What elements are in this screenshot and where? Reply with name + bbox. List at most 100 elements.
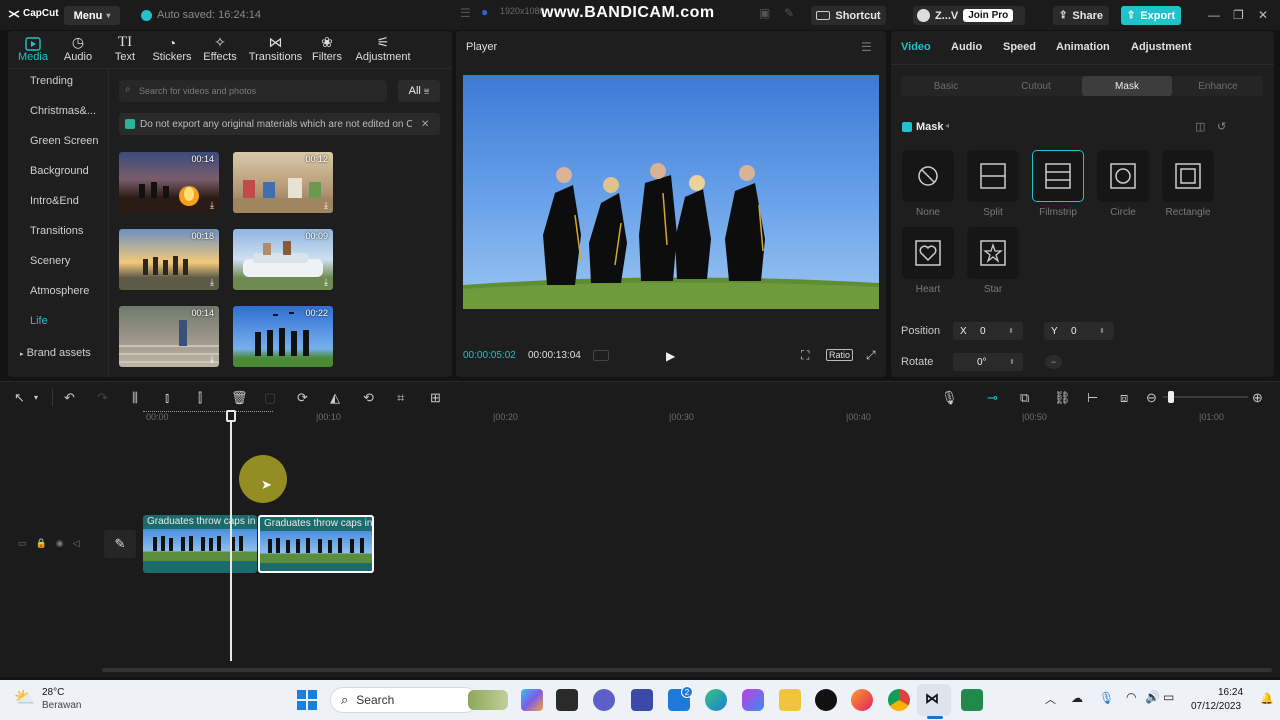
teams-chat-icon[interactable] xyxy=(593,689,615,711)
fullscreen-icon[interactable]: ⤢ xyxy=(866,348,876,363)
share-button[interactable]: ⇪ Share xyxy=(1053,6,1109,25)
keyframe-icon[interactable]: ◫ xyxy=(1195,120,1205,133)
media-item-classroom[interactable]: 00:12 ⤓ xyxy=(233,152,333,213)
account-button[interactable]: Z...V Join Pro xyxy=(913,6,1025,25)
filter-dropdown[interactable]: All ⩸ xyxy=(398,80,440,102)
clock-date[interactable]: 07/12/2023 xyxy=(1191,701,1241,712)
category-green-screen[interactable]: Green Screen xyxy=(30,135,98,147)
notification-icon[interactable]: 🔔 xyxy=(1260,692,1274,705)
chevron-up-icon[interactable]: ︿ xyxy=(1045,691,1056,707)
timeline-clip[interactable]: Graduates throw caps in xyxy=(143,515,257,573)
lock-icon[interactable]: 🔒 xyxy=(36,538,47,549)
tab-animation[interactable]: Animation xyxy=(1056,41,1110,53)
windows-start-icon[interactable] xyxy=(297,690,317,710)
playhead[interactable] xyxy=(230,411,232,661)
join-pro-badge[interactable]: Join Pro xyxy=(963,9,1014,22)
menu-button[interactable]: Menu ▾ xyxy=(64,6,120,25)
rotate-field[interactable]: 0° ⬍ xyxy=(953,353,1023,371)
cloud-icon[interactable]: ☁ xyxy=(1071,691,1083,705)
split-tool-icon[interactable]: ⫼ xyxy=(132,390,138,406)
player-menu-icon[interactable]: ☰ xyxy=(861,40,872,54)
category-atmosphere[interactable]: Atmosphere xyxy=(30,285,89,297)
delete-right-icon[interactable]: ⫿ xyxy=(198,390,202,406)
mask-none[interactable] xyxy=(902,150,954,202)
battery-icon[interactable]: ▭ xyxy=(1163,690,1174,704)
zoom-slider-handle[interactable] xyxy=(1168,391,1174,403)
close-icon[interactable]: ✕ xyxy=(1258,8,1268,22)
mask-rectangle[interactable] xyxy=(1162,150,1214,202)
category-transitions[interactable]: Transitions xyxy=(30,225,83,237)
media-item-graduates[interactable]: 00:22 xyxy=(233,306,333,367)
tab-effects[interactable]: ✧ Effects xyxy=(195,33,245,63)
category-background[interactable]: Background xyxy=(30,165,89,177)
eye-icon[interactable]: ◉ xyxy=(56,538,64,549)
subtab-mask[interactable]: Mask xyxy=(1082,76,1172,96)
category-life[interactable]: Life xyxy=(30,315,48,327)
shortcut-button[interactable]: Shortcut xyxy=(811,6,886,25)
restore-icon[interactable]: ❐ xyxy=(1233,8,1244,22)
stepper-icon[interactable]: ⬍ xyxy=(1009,358,1015,366)
download-icon[interactable]: ⤓ xyxy=(210,200,214,211)
zoom-in-icon[interactable]: ⊕ xyxy=(1252,390,1263,406)
minimize-icon[interactable]: — xyxy=(1208,8,1220,22)
crop-icon[interactable]: ⌗ xyxy=(397,390,404,406)
edge-icon[interactable] xyxy=(705,689,727,711)
mask-split[interactable] xyxy=(967,150,1019,202)
download-icon[interactable]: ⤓ xyxy=(324,277,328,288)
chrome-icon[interactable] xyxy=(888,689,910,711)
mask-circle[interactable] xyxy=(1097,150,1149,202)
ratio-button[interactable]: Ratio xyxy=(826,349,854,361)
media-item-steps[interactable]: 00:14 ⤓ xyxy=(119,306,219,367)
timeline-scrollbar[interactable] xyxy=(102,668,1272,672)
pro-feature-icon[interactable]: ⊞ xyxy=(430,390,441,406)
tab-inspector-adjustment[interactable]: Adjustment xyxy=(1131,41,1192,53)
tab-media[interactable]: Media xyxy=(8,33,58,63)
category-brand-assets[interactable]: ▸ Brand assets xyxy=(20,347,91,359)
category-intro-end[interactable]: Intro&End xyxy=(30,195,79,207)
export-button[interactable]: ⇧ Export xyxy=(1121,6,1181,25)
cover-icon[interactable]: ▭ xyxy=(18,538,27,549)
mirror-icon[interactable]: ◭ xyxy=(330,390,340,406)
position-x-field[interactable]: X 0 ⬍ xyxy=(953,322,1023,340)
search-highlight-icon[interactable] xyxy=(468,690,508,710)
tab-filters[interactable]: ❀ Filters xyxy=(302,33,352,63)
tab-adjustment[interactable]: ⚟ Adjustment xyxy=(353,33,413,63)
mask-checkbox[interactable] xyxy=(902,122,912,132)
position-y-field[interactable]: Y 0 ⬍ xyxy=(1044,322,1114,340)
zoom-slider[interactable] xyxy=(1163,391,1248,403)
subtab-enhance[interactable]: Enhance xyxy=(1173,76,1263,96)
media-item-car-roof[interactable]: 00:09 ⤓ xyxy=(233,229,333,290)
edit-cover-button[interactable]: ✎ xyxy=(104,530,136,558)
chain-icon[interactable]: ⛓ xyxy=(1054,390,1071,406)
timeline-grid-icon[interactable] xyxy=(593,350,609,361)
tab-audio[interactable]: ◷ Audio xyxy=(53,33,103,63)
tab-stickers[interactable]: ◔ Stickers xyxy=(147,33,197,63)
copilot-icon[interactable] xyxy=(521,689,543,711)
link-icon[interactable]: ⧉ xyxy=(1020,390,1029,406)
capcut-taskbar-icon[interactable]: ⋈ xyxy=(925,690,939,707)
category-christmas[interactable]: Christmas&... xyxy=(30,105,96,117)
redo-icon[interactable]: ↷ xyxy=(97,390,108,406)
rotate-dial-icon[interactable]: − xyxy=(1045,355,1062,369)
category-scenery[interactable]: Scenery xyxy=(30,255,70,267)
tiktok-icon[interactable] xyxy=(815,689,837,711)
zoom-out-icon[interactable]: ⊖ xyxy=(1146,390,1157,406)
tab-text[interactable]: TI Text xyxy=(100,33,150,63)
chevron-down-icon[interactable]: ▾ xyxy=(34,393,38,402)
file-explorer-icon[interactable] xyxy=(779,689,801,711)
rotate-icon[interactable]: ⟲ xyxy=(363,390,374,406)
undo-icon[interactable]: ↶ xyxy=(64,390,75,406)
clock-time[interactable]: 16:24 xyxy=(1218,687,1243,698)
tab-transitions[interactable]: ⋈ Transitions xyxy=(248,33,303,63)
tab-speed[interactable]: Speed xyxy=(1003,41,1036,53)
close-notice-icon[interactable]: ✕ xyxy=(421,119,429,130)
volume-icon[interactable]: 🔊 xyxy=(1145,690,1160,704)
weather-icon[interactable]: ⛅ xyxy=(14,688,35,708)
playhead-handle[interactable] xyxy=(226,410,236,422)
play-icon[interactable]: ▶ xyxy=(666,349,675,363)
search-input[interactable]: ⌕ Search for videos and photos xyxy=(119,80,387,102)
split-preview-icon[interactable]: ⊢ xyxy=(1087,390,1098,406)
taskbar-search[interactable]: ⌕ Search xyxy=(330,687,478,713)
excel-icon[interactable] xyxy=(961,689,983,711)
download-icon[interactable]: ⤓ xyxy=(210,277,214,288)
